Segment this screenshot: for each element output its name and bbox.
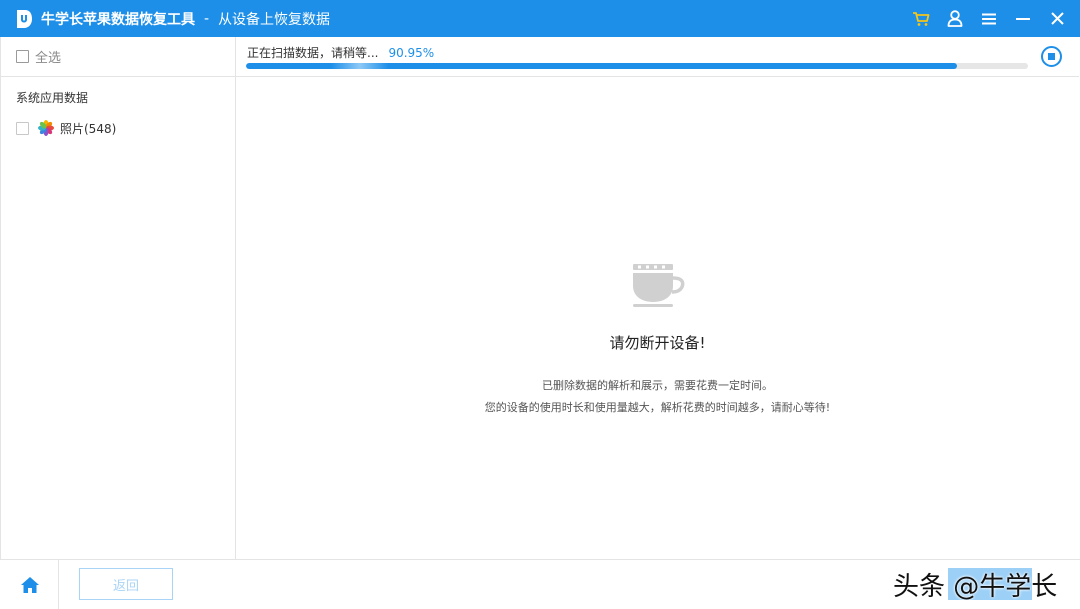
title-separator: - bbox=[204, 10, 210, 27]
watermark-text: 头条 @牛学长 bbox=[893, 572, 1058, 602]
close-icon bbox=[1050, 12, 1064, 25]
cart-icon bbox=[913, 11, 930, 26]
stop-icon bbox=[1048, 53, 1055, 60]
close-button[interactable] bbox=[1040, 0, 1074, 37]
menu-icon bbox=[982, 13, 996, 24]
window-controls bbox=[904, 0, 1080, 37]
scan-progress-bar bbox=[246, 63, 1028, 69]
select-all-checkbox[interactable] bbox=[16, 50, 29, 63]
minimize-button[interactable] bbox=[1006, 0, 1040, 37]
account-button[interactable] bbox=[938, 0, 972, 37]
select-all-label: 全选 bbox=[35, 51, 62, 66]
back-button[interactable]: 返回 bbox=[79, 568, 173, 600]
scan-status: 正在扫描数据，请稍等... 90.95% bbox=[247, 44, 434, 61]
cart-button[interactable] bbox=[904, 0, 938, 37]
select-all-row[interactable]: 全选 bbox=[1, 37, 235, 77]
main-panel: 正在扫描数据，请稍等... 90.95% 请勿断开设备! 已删除数据的解析和展示，… bbox=[236, 37, 1079, 559]
home-button[interactable] bbox=[1, 560, 59, 609]
category-sidebar: 全选 系统应用数据 照片(548) bbox=[0, 37, 236, 559]
photos-checkbox[interactable] bbox=[16, 121, 29, 135]
category-heading: 系统应用数据 bbox=[16, 91, 89, 105]
app-logo-icon bbox=[15, 9, 33, 29]
coffee-cup-icon bbox=[632, 264, 684, 307]
scan-status-text: 正在扫描数据，请稍等... bbox=[247, 46, 379, 60]
home-icon bbox=[20, 576, 39, 593]
photos-icon bbox=[38, 120, 54, 136]
app-title: 牛学长苹果数据恢复工具 bbox=[41, 11, 195, 28]
minimize-icon bbox=[1016, 17, 1030, 20]
wait-message-line-2: 您的设备的使用时长和使用量越大，解析花费的时间越多，请耐心等待! bbox=[484, 401, 831, 414]
user-icon bbox=[947, 10, 963, 27]
scan-status-bar: 正在扫描数据，请稍等... 90.95% bbox=[236, 37, 1079, 77]
wait-message-line-1: 已删除数据的解析和展示，需要花费一定时间。 bbox=[542, 379, 773, 392]
title-bar: 牛学长苹果数据恢复工具 - 从设备上恢复数据 bbox=[0, 0, 1080, 37]
sidebar-item-label: 照片(548) bbox=[60, 121, 117, 136]
scan-progress-fill bbox=[246, 63, 958, 69]
window-subtitle: 从设备上恢复数据 bbox=[218, 11, 331, 28]
scan-percent: 90.95% bbox=[388, 46, 435, 60]
stop-scan-button[interactable] bbox=[1041, 46, 1062, 67]
wait-message: 请勿断开设备! 已删除数据的解析和展示，需要花费一定时间。 您的设备的使用时长和… bbox=[236, 262, 1079, 415]
menu-button[interactable] bbox=[972, 0, 1006, 37]
wait-message-title: 请勿断开设备! bbox=[609, 334, 706, 352]
bottom-bar: 返回 头条 @牛学长 bbox=[0, 559, 1080, 609]
sidebar-item-photos[interactable]: 照片(548) bbox=[1, 120, 235, 136]
